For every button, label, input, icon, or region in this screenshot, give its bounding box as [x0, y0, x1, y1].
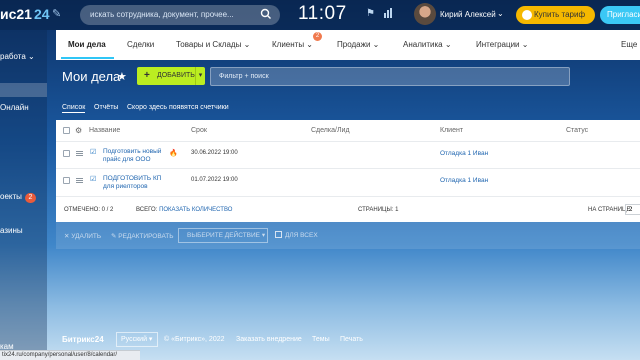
tab-sales[interactable]: Продажи ⌄	[337, 40, 379, 49]
tab-more[interactable]: Еще	[621, 40, 637, 49]
browser-status-url: tix24.ru/company/personal/user/8/calenda…	[0, 350, 140, 360]
edit-pencil-icon[interactable]: ✎	[52, 7, 61, 20]
column-status[interactable]: Статус	[566, 127, 588, 134]
main-tabs: Мои дела Сделки Товары и Склады ⌄ Клиент…	[56, 30, 640, 60]
row-menu-icon[interactable]	[76, 151, 83, 156]
for-all-checkbox[interactable]	[275, 231, 282, 238]
select-all-checkbox[interactable]	[63, 127, 70, 134]
clients-badge: 2	[313, 32, 322, 41]
star-icon[interactable]: ★	[117, 70, 127, 83]
tab-integrations[interactable]: Интеграции ⌄	[476, 40, 528, 49]
print-link[interactable]: Печать	[340, 336, 363, 343]
fire-icon: 🔥	[169, 150, 178, 157]
selected-count: ОТМЕЧЕНО: 0 / 2	[64, 207, 114, 213]
row-menu-icon[interactable]	[76, 178, 83, 183]
avatar[interactable]	[414, 3, 436, 25]
bar-chart-icon[interactable]	[384, 8, 392, 18]
subtab-reports[interactable]: Отчёты	[94, 104, 118, 111]
user-name[interactable]: Кирий Алексей	[440, 10, 496, 19]
total-count: ВСЕГО: ПОКАЗАТЬ КОЛИЧЕСТВО	[136, 207, 233, 213]
flag-icon[interactable]: ⚑	[366, 8, 375, 19]
column-name[interactable]: Название	[89, 127, 120, 134]
divider	[56, 168, 640, 169]
top-bar: ис21 24 ✎ искать сотрудника, документ, пр…	[0, 0, 640, 30]
search-placeholder: искать сотрудника, документ, прочее...	[90, 10, 234, 19]
for-all-label: ДЛЯ ВСЕХ	[285, 232, 318, 239]
chevron-down-icon[interactable]: ▾	[195, 67, 205, 85]
projects-badge: 2	[24, 193, 36, 203]
show-count-link[interactable]: ПОКАЗАТЬ КОЛИЧЕСТВО	[159, 207, 232, 213]
active-tab-indicator	[61, 57, 114, 59]
task-client[interactable]: Отладка 1 Иван	[440, 150, 488, 158]
task-client[interactable]: Отладка 1 Иван	[440, 177, 488, 185]
filter-placeholder: Фильтр + поиск	[219, 73, 269, 80]
chevron-down-icon[interactable]: ⌄	[497, 9, 504, 18]
sidebar-item-projects[interactable]: оекты 2	[0, 192, 36, 203]
filter-search-input[interactable]: Фильтр + поиск	[210, 67, 570, 86]
column-deal-lead[interactable]: Сделка/Лид	[311, 127, 350, 134]
copyright: © «Битрикс», 2022	[164, 336, 225, 343]
page-footer: Битрикс24 Русский ▾ © «Битрикс», 2022 За…	[56, 330, 640, 350]
add-button[interactable]: + ДОБАВИТЬ ▾	[137, 67, 205, 85]
footer-logo[interactable]: Битрикс24	[62, 335, 104, 344]
task-title[interactable]: ПОДГОТОВИТЬ КП для риелторов	[103, 175, 161, 191]
sidebar-item-work[interactable]: работа ⌄	[0, 52, 35, 61]
search-icon[interactable]	[260, 8, 272, 20]
tab-goods[interactable]: Товары и Склады ⌄	[176, 40, 250, 49]
task-title[interactable]: Подготовить новый прайс для ООО	[103, 148, 161, 164]
row-checkbox[interactable]	[63, 150, 70, 157]
edit-button[interactable]: ✎ РЕДАКТИРОВАТЬ	[111, 232, 174, 240]
search-input[interactable]: искать сотрудника, документ, прочее...	[80, 5, 280, 25]
per-page-select[interactable]: 2	[625, 204, 640, 215]
column-client[interactable]: Клиент	[440, 127, 463, 134]
left-sidebar: работа ⌄ Онлайн оекты 2 азины кам	[0, 30, 47, 360]
language-select[interactable]: Русский ▾	[116, 332, 158, 347]
buy-tariff-button[interactable]: Купить тариф	[516, 6, 595, 24]
subtab-list[interactable]: Список	[62, 104, 86, 113]
gear-icon[interactable]: ⚙	[75, 126, 82, 135]
tab-my-tasks[interactable]: Мои дела	[68, 40, 106, 49]
task-deadline[interactable]: 30.06.2022 19:00	[191, 150, 238, 156]
plus-icon: +	[144, 70, 150, 81]
task-check-icon: ☑	[90, 149, 97, 156]
counters-notice: Скоро здесь появятся счетчики	[127, 104, 229, 111]
themes-link[interactable]: Темы	[312, 336, 330, 343]
column-deadline[interactable]: Срок	[191, 127, 207, 134]
order-implementation-link[interactable]: Заказать внедрение	[236, 336, 302, 343]
choose-action-select[interactable]: ВЫБЕРИТЕ ДЕЙСТВИЕ ▾	[178, 228, 268, 243]
tab-analytics[interactable]: Аналитика ⌄	[403, 40, 452, 49]
task-deadline[interactable]: 01.07.2022 19:00	[191, 177, 238, 183]
divider	[56, 196, 640, 197]
sidebar-item-shops[interactable]: азины	[0, 226, 23, 235]
delete-button[interactable]: ✕ УДАЛИТЬ	[64, 232, 101, 240]
pages-info: СТРАНИЦЫ: 1	[358, 207, 399, 213]
task-check-icon: ☑	[90, 176, 97, 183]
tab-clients[interactable]: Клиенты ⌄	[272, 40, 313, 49]
invite-button[interactable]: Пригласить	[600, 6, 640, 24]
page-title: Мои дела	[62, 69, 121, 84]
logo[interactable]: ис21 24	[0, 6, 50, 22]
rocket-icon	[522, 10, 532, 20]
tab-deals[interactable]: Сделки	[127, 40, 154, 49]
divider	[56, 141, 640, 142]
group-actions-panel: ✕ УДАЛИТЬ ✎ РЕДАКТИРОВАТЬ ВЫБЕРИТЕ ДЕЙСТ…	[56, 222, 640, 249]
row-checkbox[interactable]	[63, 177, 70, 184]
tasks-grid: ⚙ Название Срок Сделка/Лид Клиент Статус…	[56, 120, 640, 222]
sidebar-active-highlight	[0, 83, 47, 97]
sidebar-item-online[interactable]: Онлайн	[0, 103, 29, 112]
clock[interactable]: 11:07	[298, 3, 347, 25]
